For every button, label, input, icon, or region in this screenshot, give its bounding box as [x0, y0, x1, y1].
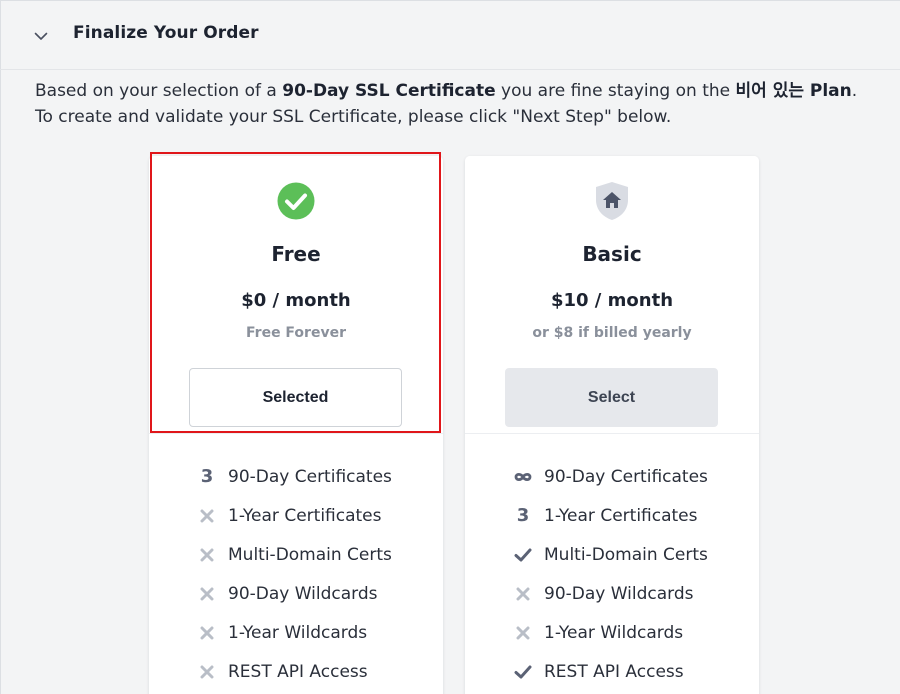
feature-item: 3 90-Day Certificates — [197, 457, 392, 496]
plan-card-basic: Basic $10 / month or $8 if billed yearly… — [465, 156, 759, 694]
feature-label: 90-Day Wildcards — [228, 583, 378, 604]
feature-label: 1-Year Certificates — [544, 505, 698, 526]
left-border — [0, 0, 1, 694]
x-icon — [197, 661, 217, 683]
feature-label: 90-Day Certificates — [544, 466, 708, 487]
plan-price: $10 / month — [550, 290, 674, 311]
x-icon — [197, 622, 217, 644]
feature-item: 90-Day Certificates — [513, 457, 708, 496]
intro-certificate: 90-Day SSL Certificate — [282, 81, 496, 101]
feature-list: 90-Day Certificates 3 1-Year Certificate… — [513, 457, 708, 691]
intro-text: Based on your selection of a 90-Day SSL … — [35, 79, 865, 130]
feature-label: 1-Year Certificates — [228, 505, 382, 526]
chevron-down-icon[interactable] — [34, 30, 48, 42]
check-circle-icon — [277, 182, 315, 220]
plan-card-header: Basic $10 / month or $8 if billed yearly… — [465, 156, 759, 433]
feature-label: 90-Day Wildcards — [544, 583, 694, 604]
select-button[interactable]: Select — [505, 368, 718, 427]
plan-subtext: or $8 if billed yearly — [532, 325, 692, 341]
feature-label: REST API Access — [228, 661, 368, 682]
feature-item: 1-Year Certificates — [197, 496, 392, 535]
infinity-icon — [513, 466, 533, 488]
count-icon: 3 — [200, 466, 214, 487]
feature-item: REST API Access — [197, 652, 392, 691]
feature-label: 1-Year Wildcards — [228, 622, 368, 643]
intro-part1: Based on your selection of a — [35, 81, 283, 101]
plan-name: Free — [271, 242, 321, 266]
plan-subtext: Free Forever — [246, 325, 346, 341]
feature-label: 90-Day Certificates — [228, 466, 392, 487]
feature-label: Multi-Domain Certs — [228, 544, 392, 565]
feature-item: 90-Day Wildcards — [197, 574, 392, 613]
header-divider — [0, 69, 900, 70]
feature-list: 3 90-Day Certificates 1-Year Certificate… — [197, 457, 392, 691]
feature-label: Multi-Domain Certs — [544, 544, 708, 565]
section-header[interactable]: Finalize Your Order — [0, 0, 900, 72]
plan-features-panel: 3 90-Day Certificates 1-Year Certificate… — [149, 433, 443, 694]
intro-plan: 비어 있는 Plan — [735, 81, 852, 101]
feature-item: 1-Year Wildcards — [513, 613, 708, 652]
plan-card-free: Free $0 / month Free Forever Selected 3 … — [149, 156, 443, 694]
feature-item: 1-Year Wildcards — [197, 613, 392, 652]
plan-price: $0 / month — [241, 290, 351, 311]
intro-part2: you are fine staying on the — [495, 81, 736, 101]
feature-label: 1-Year Wildcards — [544, 622, 684, 643]
feature-item: REST API Access — [513, 652, 708, 691]
feature-item: Multi-Domain Certs — [197, 535, 392, 574]
shield-home-icon — [596, 182, 628, 220]
plan-name: Basic — [582, 242, 642, 266]
check-icon — [513, 544, 533, 566]
x-icon — [197, 505, 217, 527]
plan-card-header: Free $0 / month Free Forever Selected — [149, 156, 443, 433]
section-title: Finalize Your Order — [73, 23, 259, 43]
x-icon — [513, 622, 533, 644]
x-icon — [197, 544, 217, 566]
feature-item: Multi-Domain Certs — [513, 535, 708, 574]
x-icon — [197, 583, 217, 605]
x-icon — [513, 583, 533, 605]
count-icon: 3 — [516, 505, 530, 526]
feature-label: REST API Access — [544, 661, 684, 682]
plan-features-panel: 90-Day Certificates 3 1-Year Certificate… — [465, 433, 759, 694]
selected-button[interactable]: Selected — [189, 368, 402, 427]
check-icon — [513, 661, 533, 683]
feature-item: 3 1-Year Certificates — [513, 496, 708, 535]
feature-item: 90-Day Wildcards — [513, 574, 708, 613]
